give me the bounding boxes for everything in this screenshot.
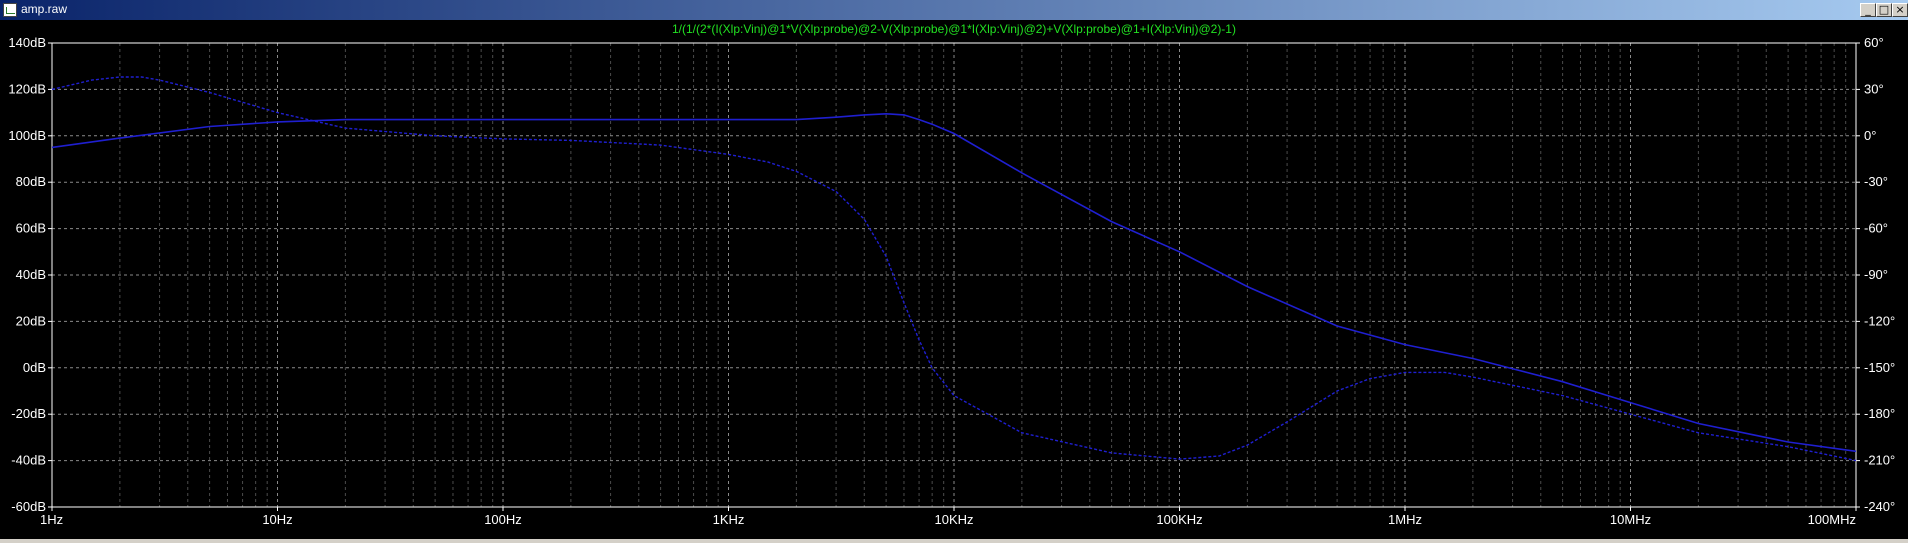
x-tick-label: 10Hz [262, 512, 292, 527]
minimize-button[interactable]: _ [1860, 3, 1876, 17]
y-left-tick-label: 60dB [16, 221, 46, 236]
y-right-tick-label: -210° [1864, 453, 1895, 468]
y-right-tick-label: -240° [1864, 499, 1895, 514]
bode-plot[interactable]: 1/(1/(2*(I(Xlp:Vinj)@1*V(Xlp:probe)@2-V(… [0, 20, 1908, 539]
window-titlebar[interactable]: amp.raw _ □ × [0, 0, 1908, 20]
y-right-tick-label: -120° [1864, 313, 1895, 328]
waveform-app-icon [3, 3, 17, 17]
tick-labels: 1Hz 10Hz 100Hz 1KHz 10KHz 100KHz 1MHz 10MHz 100M… [8, 35, 1895, 527]
grid [51, 42, 1857, 508]
y-left-tick-label: 20dB [16, 313, 46, 328]
minimize-icon: _ [1865, 3, 1871, 16]
y-right-tick-label: 0° [1864, 128, 1876, 143]
y-right-tick-label: -180° [1864, 406, 1895, 421]
y-right-tick-label: -90° [1864, 267, 1888, 282]
close-icon: × [1895, 3, 1905, 16]
y-right-tick-label: -30° [1864, 174, 1888, 189]
y-right-tick-label: 30° [1864, 81, 1884, 96]
x-tick-label: 1Hz [40, 512, 63, 527]
x-tick-label: 100MHz [1808, 512, 1856, 527]
y-left-tick-label: -20dB [11, 406, 46, 421]
y-left-tick-label: 140dB [8, 35, 46, 50]
y-right-tick-label: 60° [1864, 35, 1884, 50]
maximize-button[interactable]: □ [1876, 3, 1892, 17]
x-tick-label: 1MHz [1388, 512, 1422, 527]
y-right-tick-label: -150° [1864, 360, 1895, 375]
x-tick-label: 100KHz [1156, 512, 1202, 527]
window-title: amp.raw [21, 2, 68, 16]
x-tick-label: 100Hz [484, 512, 522, 527]
close-button[interactable]: × [1892, 3, 1908, 17]
x-tick-label: 10MHz [1610, 512, 1651, 527]
y-left-tick-label: 40dB [16, 267, 46, 282]
maximize-icon: □ [1878, 3, 1890, 16]
x-tick-label: 1KHz [713, 512, 745, 527]
y-left-tick-label: 100dB [8, 128, 46, 143]
y-left-tick-label: 80dB [16, 174, 46, 189]
y-right-tick-label: -60° [1864, 221, 1888, 236]
y-left-tick-label: -60dB [11, 499, 46, 514]
y-left-tick-label: -40dB [11, 453, 46, 468]
plot-pane[interactable]: 1/(1/(2*(I(Xlp:Vinj)@1*V(Xlp:probe)@2-V(… [0, 20, 1908, 539]
x-tick-label: 10KHz [934, 512, 973, 527]
trace-expression-title[interactable]: 1/(1/(2*(I(Xlp:Vinj)@1*V(Xlp:probe)@2-V(… [672, 22, 1236, 36]
y-left-tick-label: 0dB [23, 360, 46, 375]
y-left-tick-label: 120dB [8, 81, 46, 96]
